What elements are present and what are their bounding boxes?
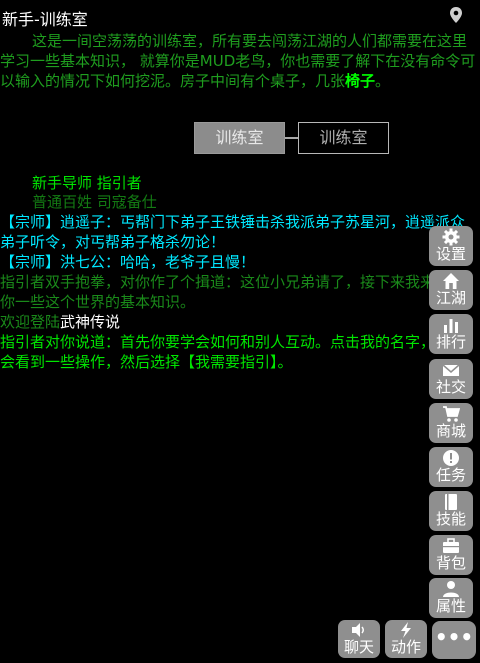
social-button[interactable]: 社交 [429, 359, 473, 399]
chat-label: 聊天 [343, 638, 374, 656]
message-log: 【宗师】逍遥子：丐帮门下弟子王铁锤击杀我派弟子苏星河，逍遥派众弟子听令，对丐帮弟… [0, 212, 478, 372]
room-title: 新手-训练室 [2, 10, 88, 29]
envelope-icon [442, 364, 460, 376]
ranking-label: 排行 [435, 333, 466, 351]
shop-label: 商城 [435, 422, 466, 440]
home-icon [443, 273, 459, 289]
shop-button[interactable]: 商城 [429, 403, 473, 443]
book-icon [445, 494, 457, 510]
npc-title: 普通百姓 司寇备仕 [32, 193, 157, 211]
quest-button[interactable]: 任务 [429, 447, 473, 487]
settings-label: 设置 [435, 245, 466, 263]
log-message: 指引者双手抱拳，对你作了个揖道：这位小兄弟请了，接下来我来告诉你一些这个世界的基… [0, 273, 466, 311]
briefcase-icon [443, 538, 459, 553]
quest-label: 任务 [435, 466, 466, 484]
cart-icon [443, 406, 460, 422]
speaker-icon [352, 623, 364, 637]
title-bar: 新手-训练室 [0, 0, 480, 30]
attributes-button[interactable]: 属性 [429, 578, 473, 618]
more-button[interactable]: ••• [432, 621, 476, 659]
jianghu-label: 江湖 [435, 289, 466, 307]
skills-label: 技能 [435, 510, 466, 528]
social-label: 社交 [435, 378, 466, 396]
backpack-label: 背包 [435, 554, 466, 572]
log-game-name: 武神传说 [60, 313, 121, 331]
gear-icon [442, 228, 460, 246]
npc-name[interactable]: 新手导师 指引者 [32, 173, 142, 193]
user-icon [443, 581, 459, 597]
alert-icon [443, 450, 459, 466]
map-exit-room[interactable]: 训练室 [298, 122, 389, 154]
bar-chart-icon [444, 319, 458, 333]
jianghu-button[interactable]: 江湖 [429, 270, 473, 310]
room-description: 这是一间空荡荡的训练室，所有要去闯荡江湖的人们都需要在这里学习一些基本知识， 就… [0, 31, 478, 91]
action-button[interactable]: 动作 [385, 620, 427, 658]
log-message: 【宗师】逍遥子：丐帮门下弟子王铁锤击杀我派弟子苏星河，逍遥派众弟子听令，对丐帮弟… [0, 213, 466, 251]
log-message: 欢迎登陆武神传说 [0, 312, 478, 332]
room-description-end: 。 [375, 72, 391, 90]
log-message: 指引者对你说道：首先你要学会如何和别人互动。点击我的名字，你将会看到一些操作，然… [0, 333, 466, 371]
location-pin-icon[interactable] [448, 6, 464, 24]
map-current-room[interactable]: 训练室 [194, 122, 285, 154]
attributes-label: 属性 [435, 597, 466, 615]
ranking-button[interactable]: 排行 [429, 314, 473, 354]
chair-item-link[interactable]: 椅子 [345, 72, 375, 90]
action-label: 动作 [390, 638, 421, 656]
backpack-button[interactable]: 背包 [429, 535, 473, 575]
chat-button[interactable]: 聊天 [338, 620, 380, 658]
skills-button[interactable]: 技能 [429, 491, 473, 531]
bolt-icon [401, 622, 411, 638]
log-welcome-prefix: 欢迎登陆 [0, 313, 61, 331]
log-message: 【宗师】洪七公：哈哈，老爷子且慢！ [0, 253, 256, 271]
settings-button[interactable]: 设置 [429, 226, 473, 266]
room-description-text: 这是一间空荡荡的训练室，所有要去闯荡江湖的人们都需要在这里学习一些基本知识， 就… [0, 32, 476, 90]
